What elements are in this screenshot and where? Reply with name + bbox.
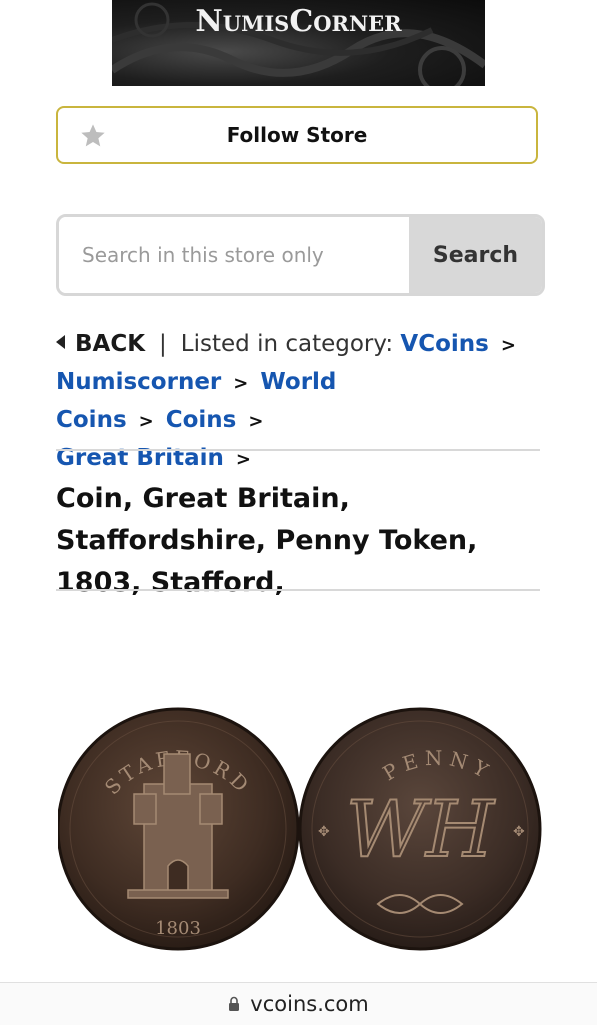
store-logo: NumisCorner: [195, 4, 402, 39]
breadcrumb-arrow: >: [248, 411, 264, 432]
follow-store-label: Follow Store: [226, 123, 368, 147]
reverse-monogram: WH: [346, 785, 496, 875]
back-link[interactable]: BACK: [56, 331, 145, 357]
breadcrumb-arrow: >: [233, 373, 249, 394]
search-input[interactable]: [59, 217, 409, 293]
ornament-icon: ✥: [318, 824, 330, 840]
follow-store-button[interactable]: Follow Store: [56, 106, 538, 164]
product-title: Coin, Great Britain, Staffordshire, Penn…: [56, 483, 478, 598]
coin-reverse: PENNY WH ✥ ✥: [298, 707, 542, 951]
browser-address-bar[interactable]: vcoins.com: [0, 982, 597, 1025]
listed-in-label: Listed in category:: [180, 331, 394, 357]
search-button[interactable]: Search: [409, 217, 542, 293]
ornament-icon: ✥: [513, 824, 525, 840]
star-icon: [81, 124, 105, 147]
store-banner: NumisCorner: [112, 0, 485, 86]
back-arrow-icon: [56, 335, 65, 349]
lock-icon: [229, 996, 240, 1011]
breadcrumb-vcoins[interactable]: VCoins: [400, 331, 488, 357]
coin-image[interactable]: STAFFORD 1803 PENNY WH ✥ ✥: [58, 706, 542, 952]
obverse-date: 1803: [155, 918, 201, 939]
breadcrumb-numiscorner[interactable]: Numiscorner: [56, 369, 221, 395]
coin-obverse: STAFFORD 1803: [58, 707, 300, 951]
back-label: BACK: [75, 331, 146, 357]
store-search: Search: [56, 214, 545, 296]
divider: [56, 449, 540, 451]
divider: [56, 589, 540, 591]
breadcrumb-arrow: >: [235, 449, 251, 470]
breadcrumb: BACK | Listed in category: VCoins > Numisco…: [56, 326, 546, 478]
breadcrumb-arrow: >: [500, 335, 516, 356]
breadcrumb-coins[interactable]: Coins: [166, 407, 237, 433]
breadcrumb-arrow: >: [138, 411, 154, 432]
breadcrumb-separator: |: [159, 331, 167, 357]
url-text: vcoins.com: [250, 992, 369, 1016]
